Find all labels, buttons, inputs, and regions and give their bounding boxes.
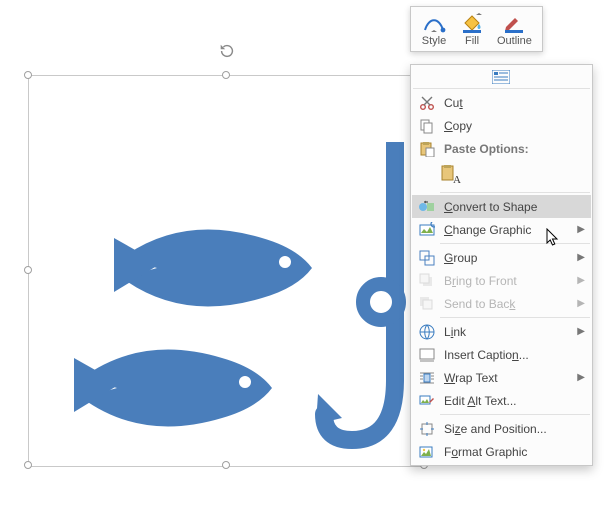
menu-copy[interactable]: Copy bbox=[412, 114, 591, 137]
menu-cut-label: Cut bbox=[438, 96, 585, 110]
outline-label: Outline bbox=[497, 35, 532, 47]
wrap-text-icon bbox=[416, 368, 438, 388]
bring-to-front-icon bbox=[416, 271, 438, 291]
separator bbox=[440, 243, 590, 244]
menu-link[interactable]: Link ▶ bbox=[412, 320, 591, 343]
link-icon bbox=[416, 322, 438, 342]
menu-paste-options-header: Paste Options: bbox=[412, 137, 591, 160]
menu-send-to-back-label: Send to Back bbox=[438, 297, 573, 311]
menu-change-graphic[interactable]: Change Graphic ▶ bbox=[412, 218, 591, 241]
menu-wrap-text-label: Wrap Text bbox=[438, 371, 573, 385]
send-to-back-icon bbox=[416, 294, 438, 314]
menu-paste-options-label: Paste Options: bbox=[438, 142, 585, 156]
layout-options-strip[interactable] bbox=[412, 67, 591, 86]
scissors-icon bbox=[416, 93, 438, 113]
convert-to-shape-icon bbox=[416, 197, 438, 217]
fill-button[interactable]: Fill bbox=[453, 10, 491, 51]
menu-convert-to-shape[interactable]: Convert to Shape bbox=[412, 195, 591, 218]
menu-format-graphic-label: Format Graphic bbox=[438, 445, 585, 459]
menu-insert-caption[interactable]: Insert Caption... bbox=[412, 343, 591, 366]
menu-send-to-back: Send to Back ▶ bbox=[412, 292, 591, 315]
insert-caption-icon bbox=[416, 345, 438, 365]
menu-copy-label: Copy bbox=[438, 119, 585, 133]
submenu-arrow-icon: ▶ bbox=[573, 275, 585, 286]
separator bbox=[440, 192, 590, 193]
format-graphic-icon bbox=[416, 442, 438, 462]
menu-size-position[interactable]: Size and Position... bbox=[412, 417, 591, 440]
menu-edit-alt-text-label: Edit Alt Text... bbox=[438, 394, 585, 408]
style-label: Style bbox=[422, 35, 446, 47]
menu-change-graphic-label: Change Graphic bbox=[438, 223, 573, 237]
layout-options-icon bbox=[490, 67, 512, 87]
fill-bucket-icon bbox=[459, 12, 485, 34]
menu-group-label: Group bbox=[438, 251, 573, 265]
resize-handle-bl[interactable] bbox=[24, 461, 32, 469]
size-position-icon bbox=[416, 419, 438, 439]
submenu-arrow-icon: ▶ bbox=[573, 224, 585, 235]
submenu-arrow-icon: ▶ bbox=[573, 326, 585, 337]
separator bbox=[440, 414, 590, 415]
document-canvas bbox=[20, 40, 450, 470]
style-button[interactable]: Style bbox=[415, 10, 453, 51]
resize-handle-tm[interactable] bbox=[222, 71, 230, 79]
resize-handle-ml[interactable] bbox=[24, 266, 32, 274]
alt-text-icon bbox=[416, 391, 438, 411]
menu-group[interactable]: Group ▶ bbox=[412, 246, 591, 269]
paste-keep-text-button[interactable]: A bbox=[438, 162, 464, 188]
graphic-context-menu: Cut Copy Paste Options: A bbox=[410, 64, 593, 466]
submenu-arrow-icon: ▶ bbox=[573, 252, 585, 263]
menu-link-label: Link bbox=[438, 325, 573, 339]
menu-format-graphic[interactable]: Format Graphic bbox=[412, 440, 591, 463]
submenu-arrow-icon: ▶ bbox=[573, 298, 585, 309]
copy-icon bbox=[416, 116, 438, 136]
menu-size-position-label: Size and Position... bbox=[438, 422, 585, 436]
group-icon bbox=[416, 248, 438, 268]
fill-label: Fill bbox=[465, 35, 479, 47]
menu-insert-caption-label: Insert Caption... bbox=[438, 348, 585, 362]
separator bbox=[413, 88, 590, 89]
outline-pen-icon bbox=[501, 12, 527, 34]
paste-options-row: A bbox=[412, 160, 591, 190]
svg-text:A: A bbox=[453, 174, 461, 186]
menu-edit-alt-text[interactable]: Edit Alt Text... bbox=[412, 389, 591, 412]
change-graphic-icon bbox=[416, 220, 438, 240]
style-icon bbox=[421, 12, 447, 34]
resize-handle-tl[interactable] bbox=[24, 71, 32, 79]
menu-wrap-text[interactable]: Wrap Text ▶ bbox=[412, 366, 591, 389]
menu-cut[interactable]: Cut bbox=[412, 91, 591, 114]
separator bbox=[440, 317, 590, 318]
paste-icon bbox=[416, 139, 438, 159]
menu-bring-to-front: Bring to Front ▶ bbox=[412, 269, 591, 292]
selected-graphic-fish-hook[interactable] bbox=[112, 180, 430, 470]
rotate-handle-icon[interactable] bbox=[218, 42, 236, 60]
menu-convert-to-shape-label: Convert to Shape bbox=[438, 200, 585, 214]
graphic-mini-toolbar: Style Fill Outline bbox=[410, 6, 543, 52]
outline-button[interactable]: Outline bbox=[491, 10, 538, 51]
submenu-arrow-icon: ▶ bbox=[573, 372, 585, 383]
menu-bring-to-front-label: Bring to Front bbox=[438, 274, 573, 288]
